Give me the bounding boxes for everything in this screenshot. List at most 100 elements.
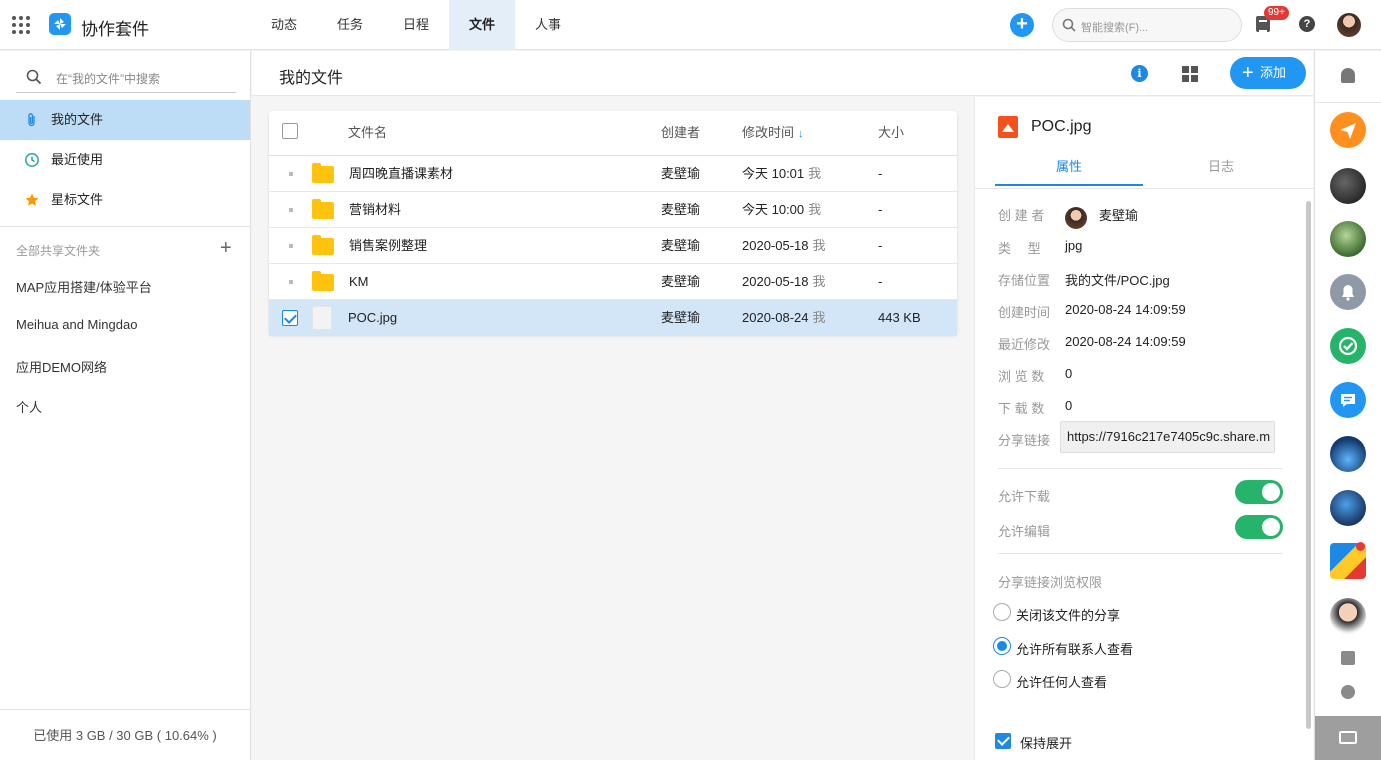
sidebar: 在“我的文件”中搜索 我的文件 最近使用 星标文件 全部共享文件夹 + MAP应… [0, 51, 251, 760]
help-icon[interactable]: ? [1299, 16, 1315, 32]
modified-time: 2020-05-18 [742, 274, 809, 289]
share-option-label[interactable]: 允许任何人查看 [1016, 672, 1107, 691]
file-name[interactable]: POC.jpg [348, 300, 397, 336]
share-option-label[interactable]: 关闭该文件的分享 [1016, 605, 1120, 624]
page-title: 我的文件 [279, 70, 344, 87]
table-row[interactable]: 销售案例整理 麦壁瑜 2020-05-18 我 - [269, 228, 957, 264]
keep-expanded-label[interactable]: 保持展开 [1020, 733, 1072, 752]
file-modified: 2020-05-18 我 [742, 264, 826, 300]
grid-view-icon[interactable] [1182, 66, 1198, 82]
shared-folders-header: 全部共享文件夹 [16, 244, 101, 258]
info-icon[interactable]: i [1131, 65, 1148, 82]
column-header-creator[interactable]: 创建者 [661, 111, 700, 155]
allow-edit-label: 允许编辑 [998, 524, 1051, 539]
allow-edit-toggle[interactable] [1235, 515, 1283, 539]
notifications-panel-button[interactable] [1315, 51, 1381, 103]
allow-download-toggle[interactable] [1235, 480, 1283, 504]
file-creator: 麦壁瑜 [661, 166, 701, 181]
tab-files[interactable]: 文件 [449, 0, 515, 50]
chat-icon[interactable] [1330, 382, 1366, 418]
column-header-name[interactable]: 文件名 [348, 111, 387, 155]
modified-by: 我 [808, 202, 822, 217]
global-search-input[interactable]: 智能搜索(F)... [1052, 8, 1242, 42]
app-logo-icon [49, 13, 71, 35]
user-avatar[interactable] [1337, 13, 1361, 37]
clock-icon [25, 153, 39, 167]
share-link-field[interactable]: https://7916c217e7405c9c.share.m [1060, 421, 1275, 453]
allow-download-label: 允许下载 [998, 489, 1051, 504]
modified-time: 2020-05-18 [742, 238, 809, 253]
select-all-checkbox[interactable] [282, 123, 298, 139]
sidebar-search-input[interactable]: 在“我的文件”中搜索 [16, 61, 236, 93]
file-size: 443 KB [878, 310, 921, 325]
shared-folder-item[interactable]: Meihua and Mingdao [16, 317, 137, 332]
sidebar-search-placeholder: 在“我的文件”中搜索 [56, 72, 160, 86]
tab-dynamics[interactable]: 动态 [251, 0, 317, 50]
tab-tasks[interactable]: 任务 [317, 0, 383, 50]
add-button[interactable]: + 添加 [1230, 57, 1306, 89]
tab-log[interactable]: 日志 [1147, 154, 1295, 186]
avatar[interactable] [1330, 598, 1366, 634]
detail-scrollbar[interactable] [1306, 201, 1311, 729]
paperclip-icon [28, 113, 35, 127]
keep-expanded-checkbox[interactable] [995, 733, 1011, 749]
table-row[interactable]: 营销材料 麦壁瑜 今天 10:00 我 - [269, 192, 957, 228]
folder-icon [312, 163, 334, 183]
avatar[interactable] [1330, 221, 1366, 257]
column-header-modified[interactable]: 修改时间 ↓ [742, 111, 804, 155]
table-row-selected[interactable]: POC.jpg 麦壁瑜 2020-08-24 我 443 KB [269, 300, 957, 336]
apps-grid-icon[interactable] [12, 16, 30, 34]
add-shared-folder-button[interactable]: + [220, 238, 232, 258]
avatar[interactable] [1330, 436, 1366, 472]
avatar[interactable] [1330, 168, 1366, 204]
table-row[interactable]: 周四晚直播课素材 麦壁瑜 今天 10:01 我 - [269, 156, 957, 192]
tab-hr[interactable]: 人事 [515, 0, 581, 50]
tab-properties[interactable]: 属性 [995, 154, 1143, 186]
file-name[interactable]: KM [349, 264, 369, 300]
shared-folder-item[interactable]: MAP应用搭建/体验平台 [16, 277, 152, 296]
column-header-size[interactable]: 大小 [878, 111, 904, 155]
contacts-icon[interactable] [1341, 651, 1355, 665]
table-row[interactable]: KM 麦壁瑜 2020-05-18 我 - [269, 264, 957, 300]
modified-by: 我 [808, 166, 822, 181]
file-name[interactable]: 周四晚直播课素材 [349, 156, 453, 192]
bell-icon[interactable] [1330, 274, 1366, 310]
file-name[interactable]: 销售案例整理 [349, 228, 427, 264]
quick-add-button[interactable]: + [1010, 13, 1034, 37]
shared-folder-item[interactable]: 个人 [16, 397, 42, 416]
location-value[interactable]: 我的文件/POC.jpg [1065, 270, 1170, 289]
share-option-label[interactable]: 允许所有联系人查看 [1016, 639, 1133, 658]
share-option-radio-anyone[interactable] [993, 670, 1011, 688]
row-checkbox[interactable] [282, 310, 298, 326]
collapse-rail-button[interactable] [1315, 716, 1381, 760]
add-chat-icon[interactable] [1341, 685, 1355, 699]
column-header-modified-label: 修改时间 [742, 125, 795, 140]
check-icon[interactable] [1330, 328, 1366, 364]
share-option-radio-off[interactable] [993, 603, 1011, 621]
image-file-icon [998, 116, 1018, 138]
sidebar-item-label: 星标文件 [51, 192, 104, 207]
modified-time: 2020-08-24 [742, 310, 809, 325]
sidebar-divider [0, 226, 250, 227]
file-creator: 麦壁瑜 [661, 274, 701, 289]
creator-label: 创 建 者 [998, 208, 1045, 223]
send-icon[interactable] [1330, 112, 1366, 148]
avatar[interactable] [1330, 490, 1366, 526]
downloads-label: 下 载 数 [998, 401, 1045, 416]
section-divider [998, 468, 1283, 469]
modified-time: 今天 10:01 [742, 166, 805, 181]
sidebar-item-my-files[interactable]: 我的文件 [0, 100, 250, 140]
sidebar-item-label: 我的文件 [51, 112, 104, 127]
plus-icon: + [1242, 62, 1254, 84]
created-label: 创建时间 [998, 305, 1051, 320]
file-name[interactable]: 营销材料 [349, 192, 401, 228]
shared-folder-item[interactable]: 应用DEMO网络 [16, 357, 107, 376]
modified-by: 我 [812, 274, 826, 289]
share-option-radio-contacts[interactable] [993, 637, 1011, 655]
top-bar: 协作套件 动态 任务 日程 文件 人事 + 智能搜索(F)... 99+ ? [0, 0, 1381, 50]
type-label: 类 型 [998, 241, 1041, 256]
file-creator: 麦壁瑜 [661, 202, 701, 217]
sidebar-item-starred[interactable]: 星标文件 [0, 180, 250, 220]
sidebar-item-recent[interactable]: 最近使用 [0, 140, 250, 180]
tab-schedule[interactable]: 日程 [383, 0, 449, 50]
